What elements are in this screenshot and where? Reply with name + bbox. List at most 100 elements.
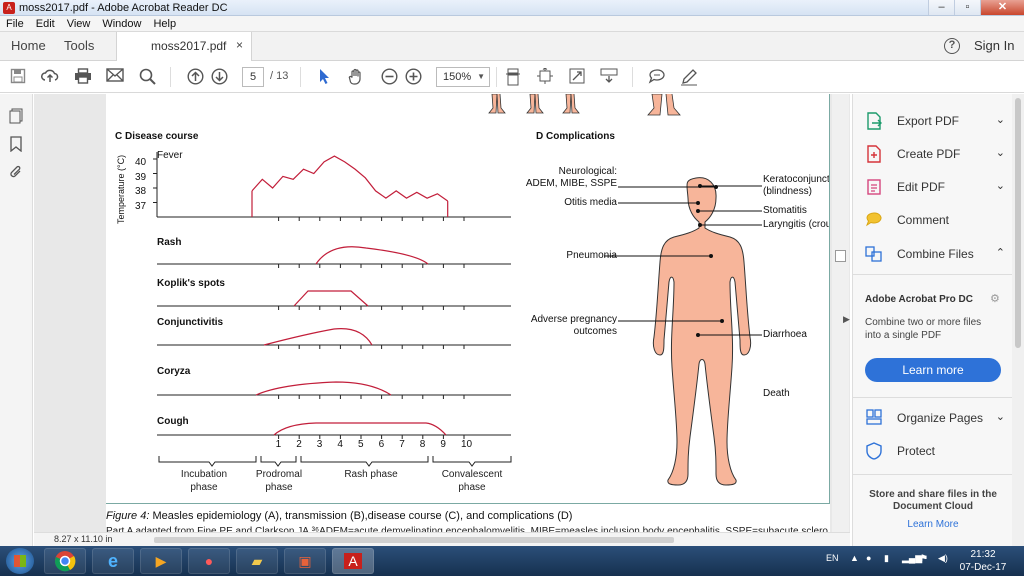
system-clock[interactable]: 21:32 07-Dec-17 xyxy=(958,548,1008,574)
tool-combine-files[interactable]: Combine Files ⌃ xyxy=(865,243,1005,265)
file-explorer-icon[interactable]: ▰ xyxy=(236,548,278,574)
menu-window[interactable]: Window xyxy=(96,18,147,30)
document-viewer[interactable]: C Disease course D Complications Tempera… xyxy=(34,94,850,539)
minimize-button[interactable]: – xyxy=(928,0,954,15)
phase-rash: Rash phase xyxy=(331,468,411,481)
show-hidden-icons[interactable]: ▲ xyxy=(850,553,859,563)
panel-b-figure-fragment xyxy=(488,94,681,116)
acrobat-taskbar-icon[interactable]: A xyxy=(332,548,374,574)
zoom-out-icon[interactable] xyxy=(380,68,398,86)
learn-more-link[interactable]: Learn More xyxy=(853,519,1013,530)
menu-file[interactable]: File xyxy=(0,18,30,30)
page-number-input[interactable]: 5 xyxy=(242,67,264,87)
menu-view[interactable]: View xyxy=(61,18,97,30)
pen-icon[interactable] xyxy=(680,68,698,86)
menu-help[interactable]: Help xyxy=(147,18,182,30)
hand-tool-icon[interactable] xyxy=(347,68,365,86)
next-page-icon[interactable] xyxy=(210,68,228,86)
settings-icon[interactable]: ⚙ xyxy=(990,292,1000,305)
conjunctivitis-curve xyxy=(263,327,373,346)
cloud-upload-icon[interactable] xyxy=(41,68,59,86)
chevron-down-icon[interactable]: ⌄ xyxy=(996,146,1005,159)
previous-page-icon[interactable] xyxy=(186,68,204,86)
complication-keratoconjunctivitis: Keratoconjuncti (blindness) xyxy=(763,174,829,198)
tool-label: Create PDF xyxy=(897,147,961,161)
read-mode-icon[interactable] xyxy=(600,68,618,86)
page-total: / 13 xyxy=(270,70,289,82)
comment-icon[interactable] xyxy=(648,68,666,86)
scroll-thumb[interactable] xyxy=(1015,98,1021,348)
chevron-down-icon[interactable]: ⌄ xyxy=(996,113,1005,126)
zoom-in-icon[interactable] xyxy=(404,68,422,86)
maximize-button[interactable]: ▫ xyxy=(954,0,980,15)
complication-line: outcomes xyxy=(573,326,617,337)
full-screen-icon[interactable] xyxy=(568,68,586,86)
caption-text: Measles epidemiology (A), transmission (… xyxy=(149,510,573,522)
chevron-down-icon[interactable]: ⌄ xyxy=(996,410,1005,423)
select-cursor-icon[interactable] xyxy=(315,68,333,86)
attachment-icon[interactable] xyxy=(8,164,24,180)
sign-in-link[interactable]: Sign In xyxy=(974,38,1014,53)
main-toolbar: 5 / 13 150% ▼ xyxy=(0,61,1024,93)
app-icon[interactable]: ● xyxy=(188,548,230,574)
tool-edit-pdf[interactable]: Edit PDF ⌄ xyxy=(865,176,1005,198)
day-label: 1 xyxy=(275,439,282,450)
clock-date: 07-Dec-17 xyxy=(959,562,1007,573)
document-tab[interactable]: moss2017.pdf × xyxy=(116,32,252,61)
complication-otitis: Otitis media xyxy=(506,197,617,209)
coryza-curve xyxy=(255,381,392,396)
flag-icon[interactable]: ⚑ xyxy=(920,553,928,564)
close-window-button[interactable]: ✕ xyxy=(980,0,1024,15)
tool-create-pdf[interactable]: Create PDF ⌄ xyxy=(865,143,1005,165)
learn-more-button[interactable]: Learn more xyxy=(865,358,1001,382)
scroll-thumb[interactable] xyxy=(835,250,846,262)
page-size-readout: 8.27 x 11.10 in xyxy=(54,534,113,544)
email-icon[interactable] xyxy=(106,68,124,86)
panel-d-title: D Complications xyxy=(536,131,615,142)
tools-pane-scrollbar[interactable] xyxy=(1012,94,1024,546)
status-bar: 8.27 x 11.10 in xyxy=(34,532,850,546)
tool-comment[interactable]: Comment xyxy=(865,209,1005,231)
complication-pneumonia: Pneumonia xyxy=(506,250,617,262)
export-pdf-icon xyxy=(865,112,883,130)
bookmark-icon[interactable] xyxy=(8,136,24,153)
kopliks-curve xyxy=(293,290,369,307)
start-button[interactable] xyxy=(6,548,34,574)
windows-taskbar: e ▶ ● ▰ ▣ A EN ▲ ● ▮ ▂▄▆ ⚑ ◀) 21:32 07-D… xyxy=(0,546,1024,576)
tab-tools[interactable]: Tools xyxy=(64,38,94,53)
shield-icon xyxy=(865,442,883,460)
save-icon[interactable] xyxy=(9,68,27,86)
tab-home[interactable]: Home xyxy=(11,38,46,53)
day-label: 5 xyxy=(358,439,364,450)
fit-page-icon[interactable] xyxy=(536,67,554,86)
collapse-right-pane-icon[interactable]: ▶ xyxy=(843,314,850,325)
help-icon[interactable]: ? xyxy=(944,38,960,54)
menu-edit[interactable]: Edit xyxy=(30,18,61,30)
complication-death: Death xyxy=(763,388,829,400)
close-tab-icon[interactable]: × xyxy=(236,38,243,52)
chrome-icon[interactable] xyxy=(44,548,86,574)
internet-explorer-icon[interactable]: e xyxy=(92,548,134,574)
page-thumbnails-icon[interactable] xyxy=(8,108,24,124)
symptom-timelines xyxy=(157,246,512,467)
horizontal-scrollbar[interactable] xyxy=(154,537,674,543)
chevron-up-icon[interactable]: ⌃ xyxy=(996,246,1005,259)
scrolling-mode-icon[interactable] xyxy=(504,68,522,86)
tray-icon[interactable]: ● xyxy=(866,553,871,563)
print-icon[interactable] xyxy=(74,68,92,86)
tool-organize-pages[interactable]: Organize Pages ⌄ xyxy=(865,407,1005,429)
presentation-icon[interactable]: ▣ xyxy=(284,548,326,574)
tool-protect[interactable]: Protect xyxy=(865,440,1005,462)
language-indicator[interactable]: EN xyxy=(826,553,839,563)
volume-icon[interactable]: ◀) xyxy=(938,553,948,564)
tool-label: Comment xyxy=(897,213,950,227)
network-icon[interactable]: ▮ xyxy=(884,553,889,564)
tool-export-pdf[interactable]: Export PDF ⌄ xyxy=(865,110,1005,132)
media-player-icon[interactable]: ▶ xyxy=(140,548,182,574)
search-icon[interactable] xyxy=(138,68,156,86)
zoom-select[interactable]: 150% ▼ xyxy=(436,67,490,87)
complication-neurological: Neurological: ADEM, MIBE, SSPE xyxy=(506,166,617,190)
phase-line: phase xyxy=(190,482,218,493)
chevron-down-icon[interactable]: ⌄ xyxy=(996,179,1005,192)
left-nav-pane xyxy=(0,94,33,546)
